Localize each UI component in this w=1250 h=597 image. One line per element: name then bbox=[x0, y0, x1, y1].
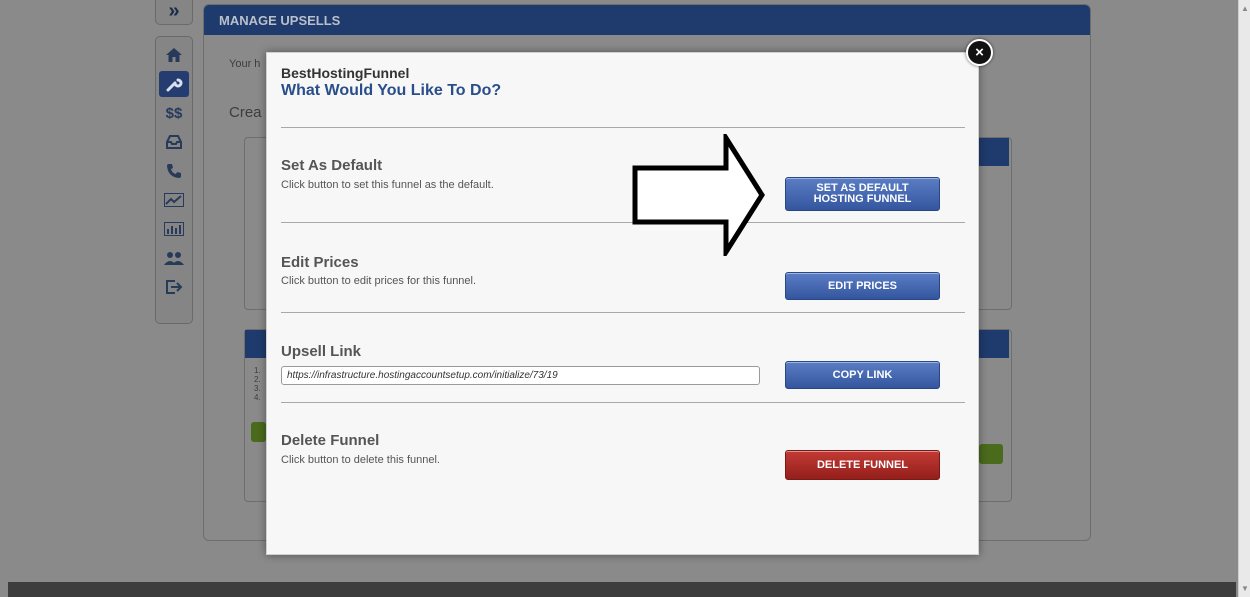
set-default-button[interactable]: SET AS DEFAULT HOSTING FUNNEL bbox=[785, 177, 940, 211]
trend-chart-icon[interactable] bbox=[159, 187, 189, 213]
bar-chart-icon[interactable] bbox=[159, 216, 189, 242]
divider bbox=[281, 312, 965, 313]
background-list: 1. 2. 3. 4. bbox=[254, 366, 261, 402]
modal-close-button[interactable]: × bbox=[966, 39, 993, 66]
delete-funnel-title: Delete Funnel bbox=[281, 432, 380, 449]
edit-prices-description: Click button to edit prices for this fun… bbox=[281, 275, 477, 287]
edit-prices-title: Edit Prices bbox=[281, 254, 359, 271]
page-footer-bar bbox=[8, 582, 1236, 597]
money-icon[interactable]: $$ bbox=[159, 100, 189, 126]
page-scrollbar[interactable]: ▲ ▼ bbox=[1238, 0, 1250, 597]
home-icon[interactable] bbox=[159, 42, 189, 68]
logout-icon[interactable] bbox=[159, 274, 189, 300]
divider bbox=[281, 127, 965, 128]
inbox-icon[interactable] bbox=[159, 129, 189, 155]
create-heading: Crea bbox=[229, 104, 262, 121]
background-green-button-left bbox=[251, 422, 266, 442]
wrench-icon[interactable] bbox=[159, 71, 189, 97]
upsell-link-title: Upsell Link bbox=[281, 343, 362, 360]
background-box-bottom-header-right bbox=[978, 330, 1009, 358]
intro-text: Your h bbox=[229, 58, 261, 70]
phone-icon[interactable] bbox=[159, 158, 189, 184]
funnel-name: BestHostingFunnel bbox=[281, 65, 410, 81]
funnel-options-modal: BestHostingFunnel What Would You Like To… bbox=[266, 52, 979, 555]
background-box-top-header bbox=[978, 138, 1009, 166]
background-box-bottom-header-left bbox=[245, 330, 266, 358]
sidebar-nav: $$ bbox=[155, 36, 193, 324]
sidebar-toggle-button[interactable]: » bbox=[155, 0, 193, 25]
close-icon: × bbox=[975, 44, 984, 61]
divider bbox=[281, 402, 965, 403]
set-default-description: Click button to set this funnel as the d… bbox=[281, 179, 494, 191]
double-chevron-right-icon: » bbox=[168, 0, 180, 22]
background-green-button-right bbox=[979, 444, 1003, 464]
scroll-down-icon[interactable]: ▼ bbox=[1241, 584, 1249, 593]
edit-prices-button[interactable]: EDIT PRICES bbox=[785, 272, 940, 300]
users-icon[interactable] bbox=[159, 245, 189, 271]
divider bbox=[281, 222, 965, 223]
modal-title: What Would You Like To Do? bbox=[281, 82, 502, 99]
delete-funnel-button[interactable]: DELETE FUNNEL bbox=[785, 450, 940, 480]
arrow-right-icon bbox=[632, 134, 765, 256]
set-default-title: Set As Default bbox=[281, 157, 383, 174]
delete-funnel-description: Click button to delete this funnel. bbox=[281, 454, 440, 466]
upsell-link-input[interactable] bbox=[281, 366, 760, 385]
panel-header: MANAGE UPSELLS bbox=[204, 5, 1090, 35]
scroll-up-icon[interactable]: ▲ bbox=[1241, 4, 1249, 13]
copy-link-button[interactable]: COPY LINK bbox=[785, 361, 940, 389]
